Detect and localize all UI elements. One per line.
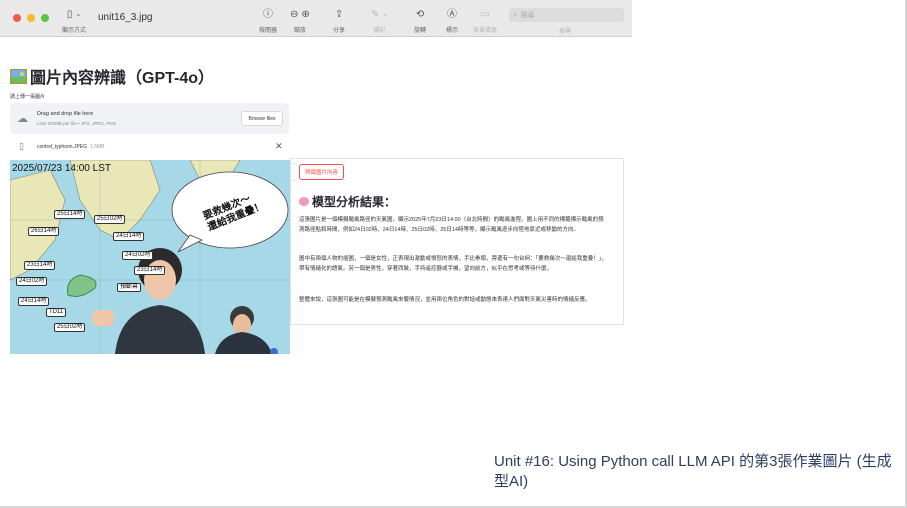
pen-icon: ✎ bbox=[371, 8, 380, 20]
browse-files-button[interactable]: Browse files bbox=[241, 111, 283, 126]
minimize-window-button[interactable] bbox=[27, 14, 35, 22]
map-track-label: TD11 bbox=[46, 308, 67, 317]
info-icon: ⓘ bbox=[263, 8, 273, 20]
map-track-label: 24日02時 bbox=[122, 251, 154, 260]
view-mode-button[interactable]: ▯ ⌄ 顯示方式 bbox=[62, 7, 87, 35]
result-heading: 模型分析結果： bbox=[299, 193, 396, 210]
uploaded-image: 2025/07/23 14:00 LST 要救幾次～ 還給我重疊！ 25日14時… bbox=[10, 160, 290, 354]
zoom-in-icon[interactable]: ⊕ bbox=[301, 8, 309, 22]
share-label: 分享 bbox=[333, 28, 346, 34]
map-track-label: 26日14時 bbox=[28, 227, 60, 236]
framed-picture-icon bbox=[10, 68, 27, 84]
remove-file-icon[interactable]: ✕ bbox=[275, 141, 283, 152]
rotate-button[interactable]: ⟲ 旋轉 bbox=[414, 7, 427, 35]
zoom-window-button[interactable] bbox=[41, 14, 49, 22]
search-placeholder: 搜尋 bbox=[520, 12, 535, 19]
search-icon: ⌕ bbox=[513, 10, 518, 19]
inspector-button[interactable]: ⓘ 檢閱器 bbox=[259, 7, 278, 35]
map-track-label: 23日14時 bbox=[134, 266, 166, 275]
rotate-label: 旋轉 bbox=[414, 28, 427, 34]
chevron-down-icon: ⌄ bbox=[75, 10, 82, 18]
zoom-label: 縮放 bbox=[293, 28, 306, 34]
dropzone-text: Drag and drop file here bbox=[37, 111, 94, 117]
file-dropzone[interactable]: ☁ Drag and drop file here Limit 200MB pe… bbox=[10, 103, 289, 134]
share-icon: ⇪ bbox=[334, 8, 344, 20]
map-track-label: 24日14時 bbox=[18, 297, 50, 306]
result-heading-text: 模型分析結果： bbox=[312, 195, 397, 209]
zoom-button[interactable]: ⊖ ⊕ 縮放 bbox=[290, 7, 310, 35]
highlight-label: 標示 bbox=[446, 28, 459, 34]
rotate-icon: ⟲ bbox=[415, 8, 425, 20]
map-timestamp: 2025/07/23 14:00 LST bbox=[12, 163, 111, 174]
page-title-text: 圖片內容辨識（GPT-4o） bbox=[30, 70, 215, 87]
map-track-label: 24日02時 bbox=[16, 277, 48, 286]
map-track-label: 25日02時 bbox=[94, 215, 126, 224]
page-title: 圖片內容辨識（GPT-4o） bbox=[10, 64, 214, 88]
chevron-down-icon: ⌄ bbox=[382, 10, 389, 18]
map-track-label: 25日02時 bbox=[54, 323, 86, 332]
result-paragraph: 圖中有兩個人物的插圖，一個是女性，正表現出激動或憤怒的表情，手比拳頭，旁邊有一句… bbox=[299, 256, 608, 272]
highlight-button[interactable]: Ⓐ 標示 bbox=[446, 7, 459, 35]
search-label: 搜尋 bbox=[559, 29, 572, 35]
slide-caption: Unit #16: Using Python call LLM API 的第3張… bbox=[494, 453, 892, 490]
file-size: 1.5MB bbox=[90, 144, 105, 150]
share-button[interactable]: ⇪ 分享 bbox=[333, 7, 346, 35]
highlight-icon: Ⓐ bbox=[447, 8, 457, 20]
form-fill-label: 表單填寫 bbox=[473, 28, 498, 34]
map-track-label: 24日14時 bbox=[113, 232, 145, 241]
sidebar-icon: ▯ bbox=[66, 8, 73, 20]
inspector-label: 檢閱器 bbox=[259, 28, 278, 34]
form-icon: ▭ bbox=[480, 8, 490, 20]
map-track-label: 23日14時 bbox=[24, 261, 56, 270]
map-track-label: 預斷幕 bbox=[117, 283, 142, 292]
recognize-image-button[interactable]: 辨識圖片內容 bbox=[299, 164, 345, 180]
form-fill-button[interactable]: ▭ 表單填寫 bbox=[473, 7, 498, 35]
zoom-out-icon[interactable]: ⊖ bbox=[290, 8, 298, 22]
result-panel: 辨識圖片內容 模型分析結果： 這張圖片是一個模擬颱風路徑的天氣圖，顯示2025年… bbox=[290, 158, 624, 325]
file-name-text: control_typhoon.JPEG bbox=[37, 144, 88, 150]
screen: ▯ ⌄ 顯示方式 unit16_3.jpg ⓘ 檢閱器 ⊖ ⊕ 縮放 ⇪ 分享 ✎ ⌄… bbox=[0, 0, 907, 508]
uploaded-file-row: ▯ control_typhoon.JPEG 1.5MB ✕ bbox=[10, 139, 289, 155]
view-mode-label: 顯示方式 bbox=[62, 28, 87, 34]
upload-label: 請上傳一張圖片 bbox=[10, 94, 46, 100]
brain-icon bbox=[299, 197, 309, 206]
map-track-label: 25日14時 bbox=[54, 210, 86, 219]
result-paragraph: 這張圖片是一個模擬颱風路徑的天氣圖，顯示2025年7月23日14:00（台北時間… bbox=[299, 217, 604, 233]
markup-button[interactable]: ✎ ⌄ 標記 bbox=[371, 7, 389, 35]
markup-label: 標記 bbox=[373, 28, 386, 34]
close-window-button[interactable] bbox=[13, 14, 21, 22]
file-name: control_typhoon.JPEG 1.5MB bbox=[37, 144, 104, 150]
result-paragraph: 整體來說，這張圖可能是在模擬預測颱風來襲情況，並用兩位角色的對話或動態來表達人們… bbox=[299, 297, 591, 303]
window-title: unit16_3.jpg bbox=[98, 12, 153, 23]
dropzone-limit: Limit 200MB per file • JPG, JPEG, PNG bbox=[37, 121, 117, 126]
search-input[interactable]: ⌕ 搜尋 bbox=[509, 8, 624, 22]
file-icon: ▯ bbox=[19, 141, 24, 151]
preview-toolbar: ▯ ⌄ 顯示方式 unit16_3.jpg ⓘ 檢閱器 ⊖ ⊕ 縮放 ⇪ 分享 ✎ ⌄… bbox=[0, 0, 632, 37]
cloud-upload-icon: ☁ bbox=[17, 113, 28, 125]
